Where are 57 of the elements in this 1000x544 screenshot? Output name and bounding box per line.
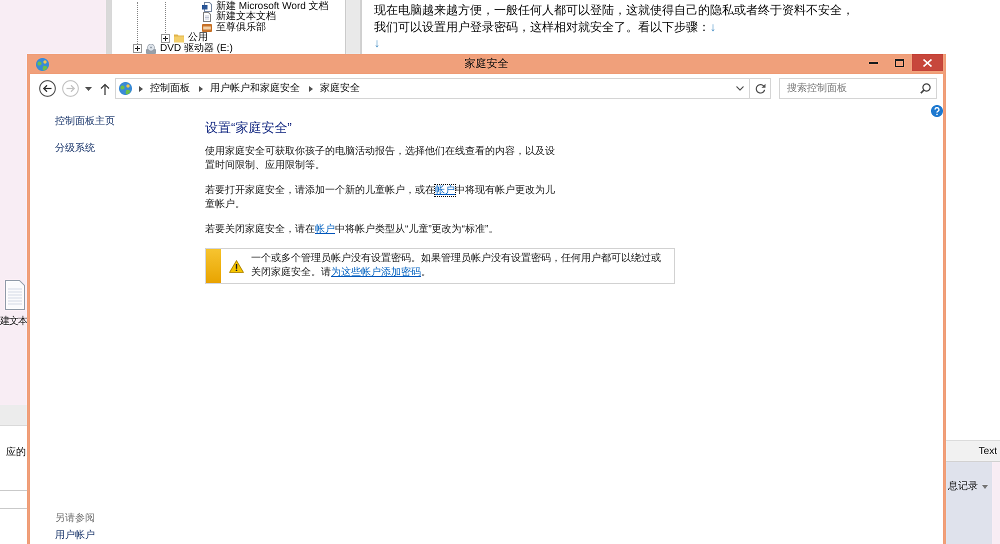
close-icon: [923, 58, 932, 66]
paragraph: 使用家庭安全可获取你孩子的电脑活动报告，选择他们在线查看的内容，以及设置时间限制、应用限制等。: [205, 145, 556, 173]
breadcrumb[interactable]: 控制面板: [148, 82, 192, 96]
close-button[interactable]: [912, 54, 943, 71]
sidebar-link[interactable]: 分级系统: [55, 142, 95, 156]
paragraph-mark: ↓: [710, 20, 716, 34]
minimize-icon: [868, 62, 878, 64]
link[interactable]: 为这些帐户添加密码: [331, 267, 421, 278]
document-text-line: 现在电脑越来越方便，一般任何人都可以登陆，这就使得自己的隐私或者终于资料不安全，: [374, 3, 854, 17]
breadcrumb-arrow-icon: [139, 86, 143, 92]
link[interactable]: 帐户: [435, 185, 455, 196]
disc-drive-icon: [146, 44, 156, 54]
caret-icon: [85, 86, 92, 90]
search-icon[interactable]: [920, 83, 931, 94]
image-file-icon: [202, 22, 212, 33]
link[interactable]: 帐户: [315, 224, 335, 235]
breadcrumb[interactable]: 用户帐户和家庭安全: [208, 82, 302, 96]
folder-icon: [174, 33, 184, 44]
caret-icon: [982, 485, 988, 489]
globe-icon: [119, 82, 132, 95]
maximize-icon: [894, 58, 904, 66]
panel-text: 应的: [5, 447, 27, 459]
refresh-icon: [754, 83, 766, 94]
column-header: Text: [978, 446, 997, 456]
tree-item-label[interactable]: 至尊俱乐部: [216, 22, 266, 33]
warning-icon: [229, 260, 244, 272]
expand-icon[interactable]: [133, 44, 142, 54]
desktop-icon-label[interactable]: 建文本: [0, 316, 27, 328]
address-bar[interactable]: 控制面板 用户帐户和家庭安全 家庭安全: [115, 78, 750, 99]
tree-item-label[interactable]: 新建文本文档: [216, 12, 276, 22]
globe-icon: [36, 58, 49, 71]
document-text-line: 我们可以设置用户登录密码，这样相对就安全了。看以下步骤：: [374, 20, 710, 34]
warning-message: 一个或多个管理员帐户没有设置密码。如果管理员帐户没有设置密码，任何用户都可以绕过或关闭家庭安全。请为这些帐户添加密码。: [251, 252, 662, 280]
warning-stripe: [206, 249, 221, 283]
dropdown[interactable]: 息记录: [946, 481, 988, 493]
breadcrumb[interactable]: 家庭安全: [318, 82, 362, 96]
breadcrumb-arrow-icon: [309, 86, 313, 92]
text-file-icon: [202, 12, 212, 22]
recent-locations-button[interactable]: [85, 86, 92, 90]
sidebar-link[interactable]: 用户帐户: [55, 529, 95, 543]
tree-item-label[interactable]: 新建 Microsoft Word 文档: [216, 2, 329, 12]
tree-item-label[interactable]: DVD 驱动器 (E:): [160, 44, 233, 54]
paragraph: 若要关闭家庭安全，请在帐户中将帐户类型从“儿童”更改为“标准”。: [205, 223, 500, 237]
window-title: 家庭安全: [464, 56, 508, 72]
tree-item-label[interactable]: 公用: [188, 33, 208, 44]
expand-icon[interactable]: [161, 34, 170, 43]
search-field[interactable]: 搜索控制面板: [779, 78, 937, 99]
sidebar-link[interactable]: 控制面板主页: [55, 115, 115, 129]
chevron-down-icon[interactable]: [736, 86, 744, 91]
see-also-heading: 另请参阅: [55, 512, 95, 526]
paragraph-mark: ↓: [374, 36, 380, 50]
page-heading: 设置“家庭安全”: [205, 119, 293, 137]
breadcrumb-arrow-icon: [199, 86, 203, 92]
up-arrow-icon: [100, 82, 110, 94]
refresh-button[interactable]: [750, 78, 771, 99]
help-icon[interactable]: [931, 105, 943, 117]
up-button[interactable]: [100, 82, 110, 94]
